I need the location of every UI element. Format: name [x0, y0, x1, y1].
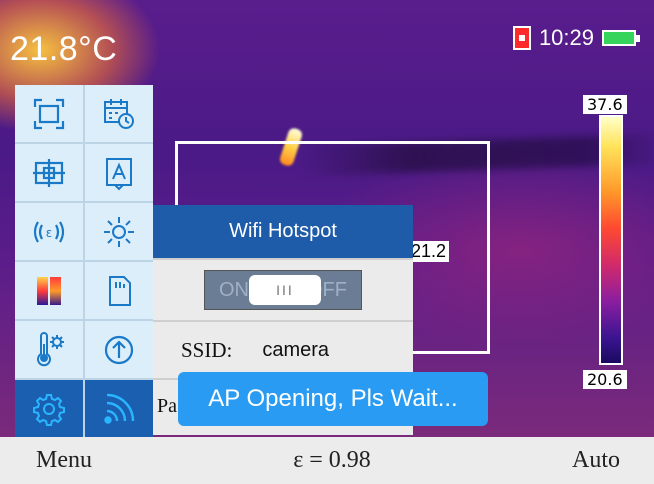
wifi-button[interactable] [85, 380, 153, 437]
wifi-icon [104, 393, 135, 424]
center-point-button[interactable] [15, 144, 83, 201]
svg-text:ε: ε [46, 226, 53, 240]
emissivity-icon: ε [33, 220, 65, 243]
toggle-on-label: ON [219, 278, 249, 301]
schedule-button[interactable] [85, 85, 153, 142]
calendar-clock-icon [104, 98, 134, 129]
battery-icon [602, 30, 640, 46]
area-measure-icon [33, 98, 65, 129]
palette-icon [37, 276, 61, 305]
storage-button[interactable] [85, 262, 153, 319]
settings-button[interactable] [15, 380, 83, 437]
ssid-value: camera [262, 338, 330, 361]
emissivity-button[interactable]: ε [15, 203, 83, 260]
ssid-row: SSID: camera [153, 322, 413, 378]
palette-button[interactable] [15, 262, 83, 319]
status-toast: AP Opening, Pls Wait... [178, 372, 488, 426]
auto-softkey[interactable]: Auto [572, 447, 620, 474]
settings-gear-icon [33, 393, 65, 426]
brightness-icon [104, 216, 134, 247]
brightness-button[interactable] [85, 203, 153, 260]
toggle-row: ON OFF III [153, 260, 413, 320]
measurement-box-temperature: 21.2 [408, 241, 450, 262]
wifi-hotspot-toggle[interactable]: ON OFF III [204, 270, 362, 310]
upload-icon [104, 335, 134, 364]
toggle-knob[interactable]: III [249, 275, 321, 305]
scale-max-label: 37.6 [583, 95, 627, 114]
temperature-settings-icon [37, 331, 64, 366]
upload-button[interactable] [85, 321, 153, 378]
scale-min-label: 20.6 [583, 370, 627, 389]
color-scale-bar [599, 115, 623, 365]
text-annotation-icon [106, 157, 132, 190]
side-menu: ε [15, 85, 153, 437]
clock: 10:29 [538, 25, 594, 50]
center-temperature: 21.8°C [10, 30, 118, 68]
storage-card-icon [109, 275, 131, 306]
temperature-settings-button[interactable] [15, 321, 83, 378]
dialog-title: Wifi Hotspot [153, 205, 413, 258]
sd-card-icon [512, 26, 531, 50]
area-measure-button[interactable] [15, 85, 83, 142]
bottom-bar: Menu ε = 0.98 Auto [0, 437, 654, 484]
ssid-label: SSID: [181, 337, 233, 362]
center-point-icon [33, 158, 65, 187]
password-label: Pa [157, 395, 177, 417]
emissivity-value: ε = 0.98 [293, 447, 371, 473]
menu-softkey[interactable]: Menu [36, 447, 92, 474]
text-annotation-button[interactable] [85, 144, 153, 201]
status-bar: 10:29 [512, 25, 640, 51]
